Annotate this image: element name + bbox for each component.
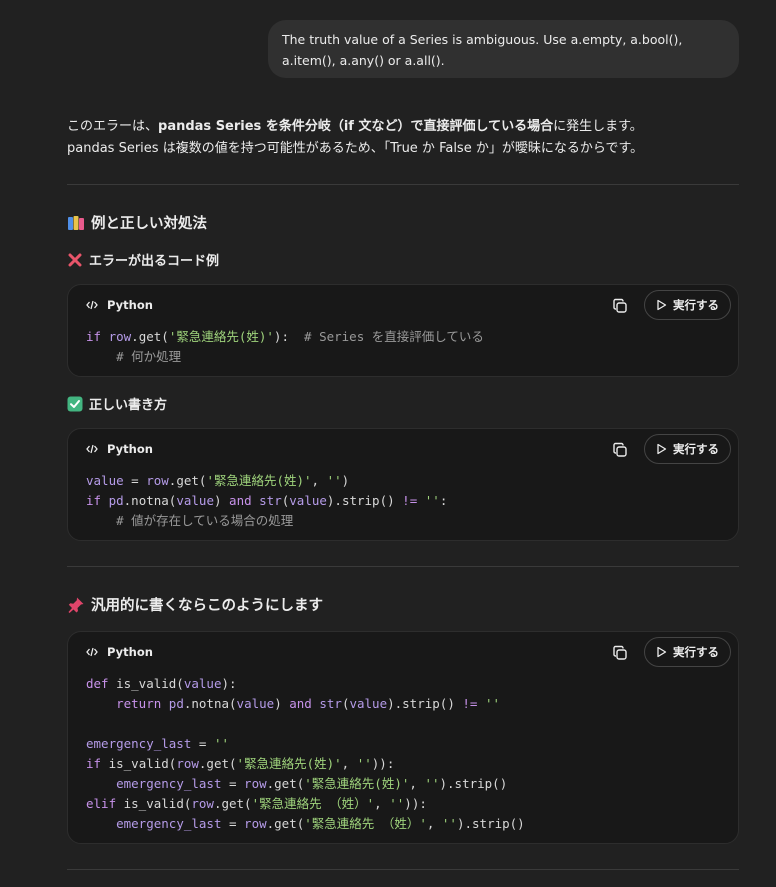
correct-heading-text: 正しい書き方 <box>89 398 168 413</box>
user-message-text: The truth value of a Series is ambiguous… <box>282 32 683 68</box>
books-icon <box>67 214 85 232</box>
section-heading-text: 例と正しい対処法 <box>91 216 207 232</box>
code-block-generic: Python 実行する def is_valid(value): return … <box>67 631 739 844</box>
copy-icon[interactable] <box>612 645 628 661</box>
user-message-bubble: The truth value of a Series is ambiguous… <box>268 20 739 78</box>
run-button-label: 実行する <box>673 298 719 312</box>
run-button[interactable]: 実行する <box>644 637 731 667</box>
code-content: value = row.get('緊急連絡先(姓)', '') if pd.no… <box>86 473 448 528</box>
run-button-label: 実行する <box>673 442 719 456</box>
play-icon <box>657 443 667 455</box>
pushpin-icon <box>67 596 85 614</box>
code-header: Python 実行する <box>68 285 738 327</box>
code-language-label: Python <box>107 442 153 456</box>
code-icon <box>86 444 98 454</box>
error-heading-text: エラーが出るコード例 <box>89 254 220 269</box>
code-language: Python <box>86 298 153 312</box>
divider <box>67 869 739 870</box>
code-header: Python 実行する <box>68 429 738 471</box>
intro-bold-text: pandas Series を条件分岐（if 文など）で直接評価している場合 <box>158 119 554 134</box>
code-content: if row.get('緊急連絡先(姓)'): # Series を直接評価して… <box>86 329 484 364</box>
intro-line-1: このエラーは、pandas Series を条件分岐（if 文など）で直接評価し… <box>67 117 643 137</box>
error-example-heading: エラーが出るコード例 <box>67 250 219 269</box>
code-block-correct: Python 実行する value = row.get('緊急連絡先(姓)', … <box>67 428 739 541</box>
section-heading-examples: 例と正しい対処法 <box>67 212 207 233</box>
intro-text-end: に発生します。 <box>553 119 643 134</box>
divider <box>67 184 739 185</box>
correct-example-heading: 正しい書き方 <box>67 394 167 413</box>
code-icon <box>86 300 98 310</box>
run-button-label: 実行する <box>673 645 719 659</box>
copy-icon[interactable] <box>612 442 628 458</box>
section-heading-text: 汎用的に書くならこのようにします <box>91 598 323 614</box>
copy-icon[interactable] <box>612 298 628 314</box>
run-button[interactable]: 実行する <box>644 290 731 320</box>
check-mark-icon <box>67 396 83 412</box>
divider <box>67 566 739 567</box>
code-language: Python <box>86 442 153 456</box>
code-language: Python <box>86 645 153 659</box>
code-content: def is_valid(value): return pd.notna(val… <box>86 676 525 831</box>
code-header: Python 実行する <box>68 632 738 674</box>
code-language-label: Python <box>107 645 153 659</box>
run-button[interactable]: 実行する <box>644 434 731 464</box>
intro-text: このエラーは、 <box>67 119 159 134</box>
play-icon <box>657 299 667 311</box>
section-heading-generic: 汎用的に書くならこのようにします <box>67 594 323 615</box>
code-language-label: Python <box>107 298 153 312</box>
code-icon <box>86 647 98 657</box>
cross-mark-icon <box>67 252 83 268</box>
code-block-error: Python 実行する if row.get('緊急連絡先(姓)'): # Se… <box>67 284 739 377</box>
intro-line-2: pandas Series は複数の値を持つ可能性があるため、「True か F… <box>67 141 644 156</box>
play-icon <box>657 646 667 658</box>
